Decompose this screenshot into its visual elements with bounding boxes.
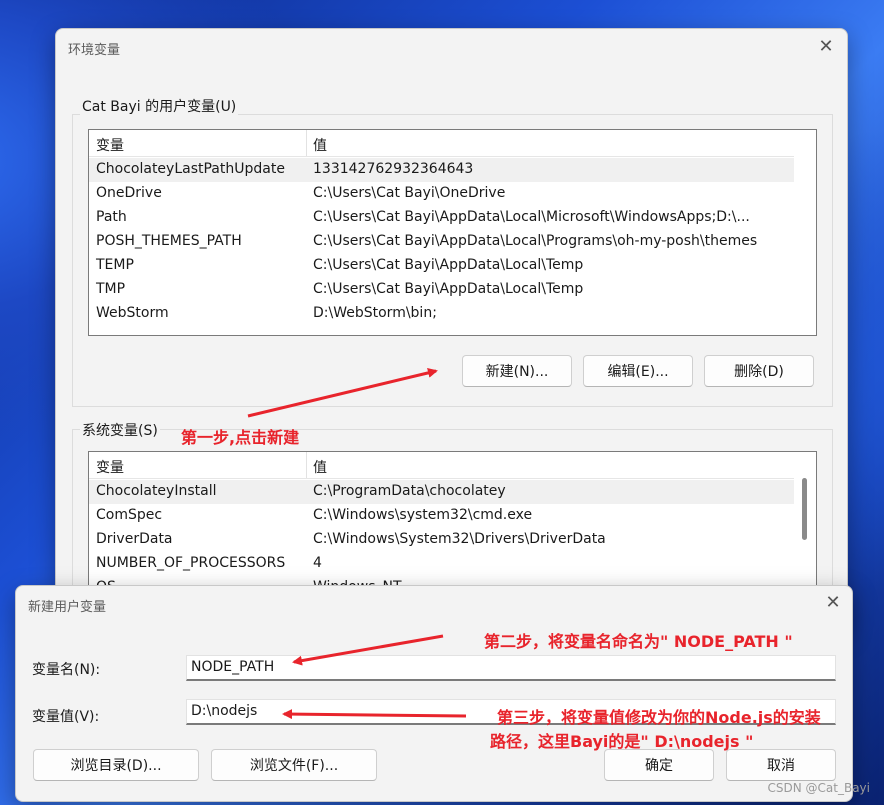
arrow-step2: [292, 634, 444, 666]
arrow-step3: [282, 709, 467, 720]
annotation-step1: 第一步,点击新建: [181, 428, 300, 447]
annotation-step3-line1: 第三步，将变量值修改为你的Node.js的安装: [497, 708, 821, 727]
annotation-step2: 第二步，将变量名命名为" NODE_PATH ": [484, 632, 793, 651]
arrow-step1: [247, 367, 438, 418]
watermark: CSDN @Cat_Bayi: [767, 781, 871, 795]
annotation-arrows: [247, 367, 467, 720]
annotation-step3-line2: 路径，这里Bayi的是" D:\nodejs ": [490, 732, 754, 751]
